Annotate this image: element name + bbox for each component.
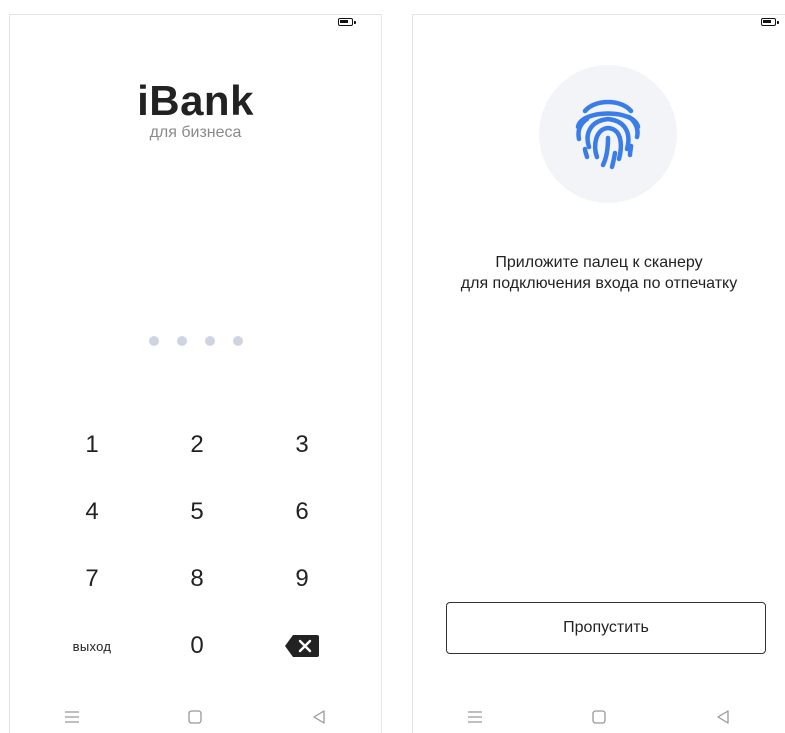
pin-indicator [10, 336, 381, 346]
app-logo: iBank [137, 77, 254, 124]
menu-icon[interactable] [60, 705, 84, 729]
home-icon[interactable] [183, 705, 207, 729]
fingerprint-icon [567, 91, 649, 178]
backspace-icon [285, 635, 319, 657]
key-4[interactable]: 4 [46, 486, 138, 538]
pin-screen: iBank для бизнеса 1 2 3 4 5 6 7 8 9 выхо… [9, 14, 382, 733]
pin-dot [176, 336, 187, 346]
battery-icon [338, 18, 356, 26]
fingerprint-screen: Приложите палец к сканеру для подключени… [412, 14, 785, 733]
pin-dot [148, 336, 159, 346]
menu-icon[interactable] [463, 705, 487, 729]
exit-button[interactable]: выход [46, 620, 138, 672]
pin-keypad: 1 2 3 4 5 6 7 8 9 выход 0 [46, 419, 348, 687]
key-8[interactable]: 8 [151, 553, 243, 605]
back-icon[interactable] [307, 705, 331, 729]
pin-dot [232, 336, 243, 346]
key-6[interactable]: 6 [256, 486, 348, 538]
back-icon[interactable] [711, 705, 735, 729]
key-2[interactable]: 2 [151, 419, 243, 471]
backspace-button[interactable] [256, 620, 348, 672]
system-navbar [10, 705, 381, 729]
key-7[interactable]: 7 [46, 553, 138, 605]
pin-dot [204, 336, 215, 346]
instruction-line-2: для подключения входа по отпечатку [460, 275, 738, 292]
fingerprint-instruction: Приложите палец к сканеру для подключени… [413, 252, 785, 294]
fingerprint-circle [539, 65, 677, 203]
key-3[interactable]: 3 [256, 419, 348, 471]
system-navbar [413, 705, 785, 729]
key-0[interactable]: 0 [151, 620, 243, 672]
app-logo-subtitle: для бизнеса [149, 124, 242, 141]
key-1[interactable]: 1 [46, 419, 138, 471]
home-icon[interactable] [587, 705, 611, 729]
instruction-line-1: Приложите палец к сканеру [495, 254, 703, 271]
skip-button[interactable]: Пропустить [446, 602, 766, 654]
key-5[interactable]: 5 [151, 486, 243, 538]
key-9[interactable]: 9 [256, 553, 348, 605]
battery-icon [761, 18, 779, 26]
